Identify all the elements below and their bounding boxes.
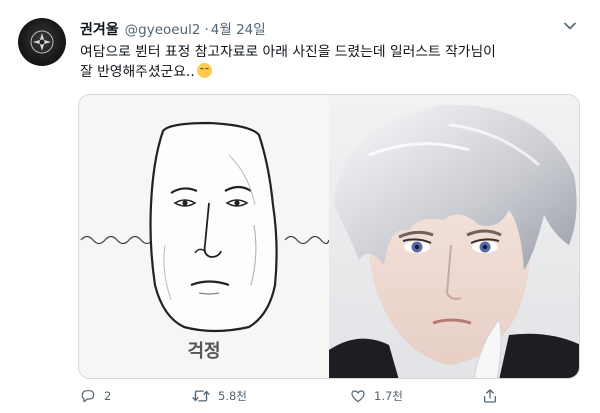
- tweet-header: 권겨울 @gyeoeul2 · 4월 24일: [80, 18, 560, 38]
- avatar[interactable]: [18, 18, 66, 66]
- heart-icon: [351, 390, 365, 403]
- retweet-icon: [192, 390, 210, 402]
- media-image-illustration[interactable]: [329, 95, 579, 378]
- grinning-face-emoji-icon: [196, 63, 212, 78]
- user-handle[interactable]: @gyeoeul2: [125, 22, 201, 38]
- retweet-button[interactable]: 5.8천: [192, 386, 247, 406]
- more-options-button[interactable]: [560, 16, 580, 36]
- reply-count: 2: [104, 389, 112, 403]
- retweet-count: 5.8천: [218, 389, 247, 403]
- display-name[interactable]: 권겨울: [80, 19, 119, 39]
- like-button[interactable]: 1.7천: [350, 386, 403, 406]
- tweet-media[interactable]: 걱정: [78, 94, 580, 379]
- tweet-date[interactable]: 4월 24일: [211, 18, 266, 38]
- reply-icon: [81, 390, 95, 403]
- share-icon: [484, 389, 496, 403]
- avatar-emblem-icon: [30, 30, 54, 54]
- tweet-card[interactable]: 권겨울 @gyeoeul2 · 4월 24일 여담으로 뷘터 표정 참고자료로 …: [0, 0, 600, 413]
- silver-haired-man-illustration: [329, 95, 579, 378]
- tweet-text-line-2: 잘 반영해주셨군요..: [80, 64, 195, 80]
- tweet-actions: 2 5.8천 1.7천: [80, 386, 520, 408]
- reply-button[interactable]: 2: [80, 386, 111, 406]
- header-separator: ·: [204, 22, 209, 38]
- tweet-text: 여담으로 뷘터 표정 참고자료로 아래 사진을 드렸는데 일러스트 작가님이 잘…: [80, 42, 580, 82]
- media-image-sketch[interactable]: 걱정: [79, 95, 330, 378]
- like-count: 1.7천: [374, 389, 403, 403]
- tweet-text-line-2-wrap: 잘 반영해주셨군요..: [80, 62, 580, 82]
- sketch-caption: 걱정: [187, 341, 221, 362]
- share-button[interactable]: [482, 386, 498, 406]
- chevron-down-icon: [564, 22, 576, 30]
- tweet-text-line-1: 여담으로 뷘터 표정 참고자료로 아래 사진을 드렸는데 일러스트 작가님이: [80, 44, 496, 60]
